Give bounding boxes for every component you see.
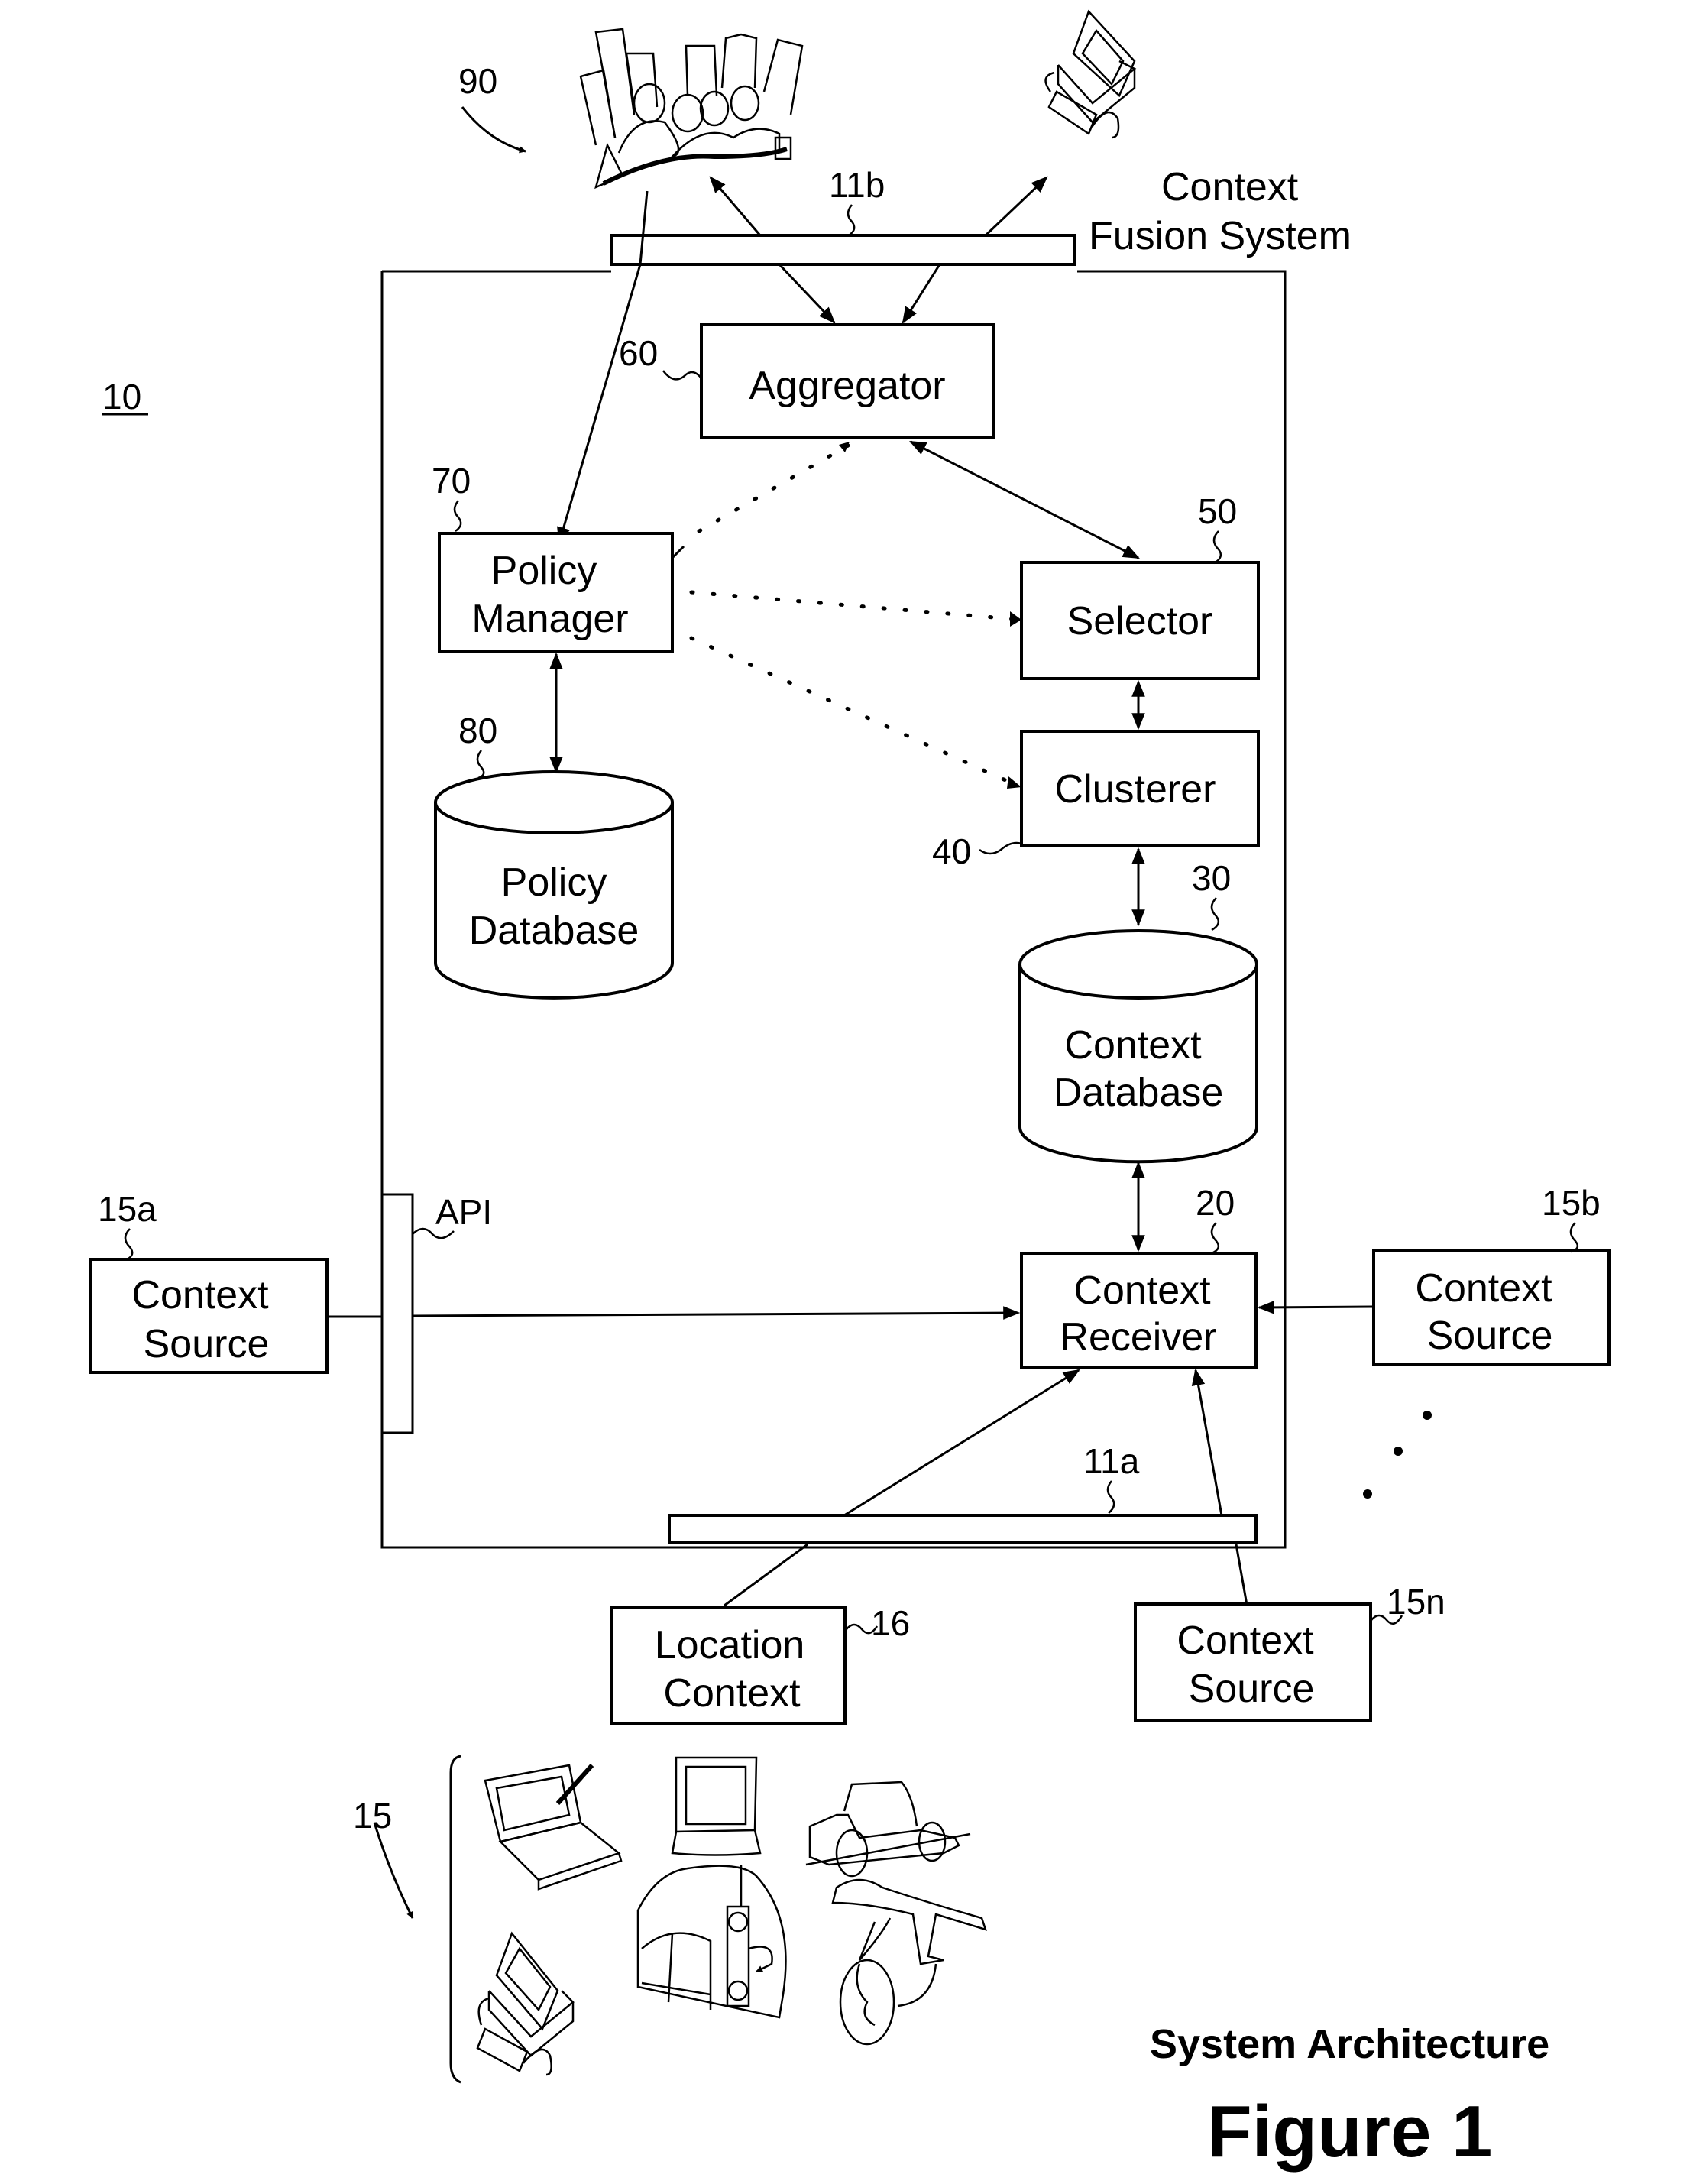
car-icon: [805, 1781, 971, 1878]
line-source-n-to-bus: [1235, 1544, 1248, 1606]
context-source-a-label-line2: Source: [144, 1322, 270, 1366]
system-name-line2: Fusion System: [1089, 214, 1352, 258]
api-bar: [380, 1193, 414, 1434]
arrow-api-to-receiver: [412, 1306, 1021, 1320]
arrow-bus-to-aggregator-2: [902, 264, 941, 324]
bus-11a-ref: 11a: [1083, 1441, 1140, 1481]
api-label: API: [435, 1192, 492, 1232]
more-sources-dot: [1423, 1411, 1432, 1420]
bus-11a: [668, 1514, 1258, 1544]
pda-icon: [671, 1756, 762, 1856]
dotted-arrowhead-clusterer: [1007, 776, 1021, 789]
figure-caption: Figure 1: [1207, 2091, 1492, 2173]
desktop-computer-icon: [1044, 9, 1137, 139]
system-ref-label: 10: [102, 377, 141, 416]
context-source-b-leader: [1569, 1222, 1579, 1253]
arrow-bus-to-aggregator-1: [778, 263, 836, 324]
context-source-a-label-line1: Context: [131, 1273, 269, 1317]
dotted-policy-to-selector: [689, 590, 1015, 621]
policy-database-leader: [476, 750, 485, 779]
context-source-n-ref: 15n: [1387, 1582, 1445, 1622]
arrow-aggregator-selector: [909, 440, 1140, 559]
context-receiver-ref: 20: [1196, 1183, 1235, 1223]
building-cellphone-icon: [636, 1865, 787, 2019]
context-receiver-label-line1: Context: [1073, 1269, 1211, 1313]
arrow-bus-to-receiver-location: [843, 1369, 1080, 1517]
dotted-arrowhead-selector: [1010, 611, 1021, 627]
context-source-n-label-line1: Context: [1177, 1619, 1314, 1663]
dotted-policy-to-clusterer: [689, 636, 1015, 786]
policy-manager-leader: [453, 500, 462, 533]
selector-leader: [1212, 530, 1222, 565]
devices-ref-pointer: [373, 1822, 414, 1919]
context-database-label-line2: Database: [1054, 1071, 1224, 1115]
system-name-line1: Context: [1161, 165, 1299, 209]
arrow-bus-to-terminal: [984, 176, 1048, 237]
policy-dotted-stub: [671, 545, 685, 559]
clusterer-label: Clusterer: [1055, 767, 1216, 812]
policy-manager-label-line2: Manager: [471, 597, 628, 641]
arrow-bus-to-users: [709, 176, 762, 236]
context-source-n-label-line2: Source: [1189, 1667, 1315, 1711]
aggregator-leader: [662, 370, 702, 381]
devices-bracket: [449, 1755, 461, 2084]
architecture-diagram: 10 Context Fusion System 11b 90 Aggregat…: [89, 9, 1611, 2173]
devices-ref: 15: [353, 1796, 392, 1836]
location-context-label-line1: Location: [655, 1623, 805, 1667]
location-context-ref: 16: [871, 1603, 910, 1643]
context-database-leader: [1210, 897, 1220, 932]
users-ref: 90: [458, 61, 497, 101]
bus-11b-leader: [847, 204, 856, 237]
policy-manager-ref: 70: [432, 461, 471, 501]
bus-11b-ref: 11b: [829, 165, 885, 205]
context-source-b-label-line2: Source: [1427, 1314, 1553, 1358]
selector-ref: 50: [1198, 491, 1237, 531]
desktop-computer-icon: [476, 1931, 575, 2076]
users-ref-pointer: [461, 106, 526, 154]
context-receiver-label-line2: Receiver: [1060, 1315, 1216, 1359]
context-database-ref: 30: [1192, 858, 1231, 898]
selector-label: Selector: [1067, 599, 1213, 643]
clusterer-ref: 40: [932, 831, 971, 871]
context-source-b-ref: 15b: [1542, 1183, 1601, 1223]
context-source-a-leader: [124, 1228, 134, 1261]
location-context-label-line2: Context: [663, 1671, 801, 1716]
aggregator-label: Aggregator: [749, 364, 945, 408]
more-sources-dot: [1394, 1447, 1403, 1456]
city-people-icon: [579, 28, 804, 190]
policy-manager-label-line1: Policy: [491, 549, 597, 593]
line-location-to-bus: [724, 1543, 808, 1607]
context-receiver-leader: [1210, 1222, 1220, 1255]
arrow-bus-to-receiver-source-n: [1191, 1368, 1223, 1516]
context-source-a-ref: 15a: [98, 1189, 157, 1229]
context-source-b-label-line1: Context: [1415, 1266, 1552, 1311]
context-database-label-line1: Context: [1064, 1023, 1202, 1068]
clusterer-leader: [979, 841, 1022, 855]
dotted-policy-to-aggregator: [697, 443, 850, 533]
bus-11b: [610, 234, 1076, 266]
policy-database-label-line1: Policy: [501, 860, 607, 905]
airplane-globe-icon: [831, 1878, 987, 2046]
policy-database-label-line2: Database: [469, 909, 639, 953]
bus-11a-leader: [1106, 1480, 1115, 1514]
more-sources-dot: [1363, 1489, 1372, 1499]
aggregator-ref: 60: [619, 333, 658, 373]
figure-title: System Architecture: [1150, 2021, 1549, 2067]
laptop-pen-icon: [484, 1763, 623, 1891]
policy-database-ref: 80: [458, 711, 497, 750]
